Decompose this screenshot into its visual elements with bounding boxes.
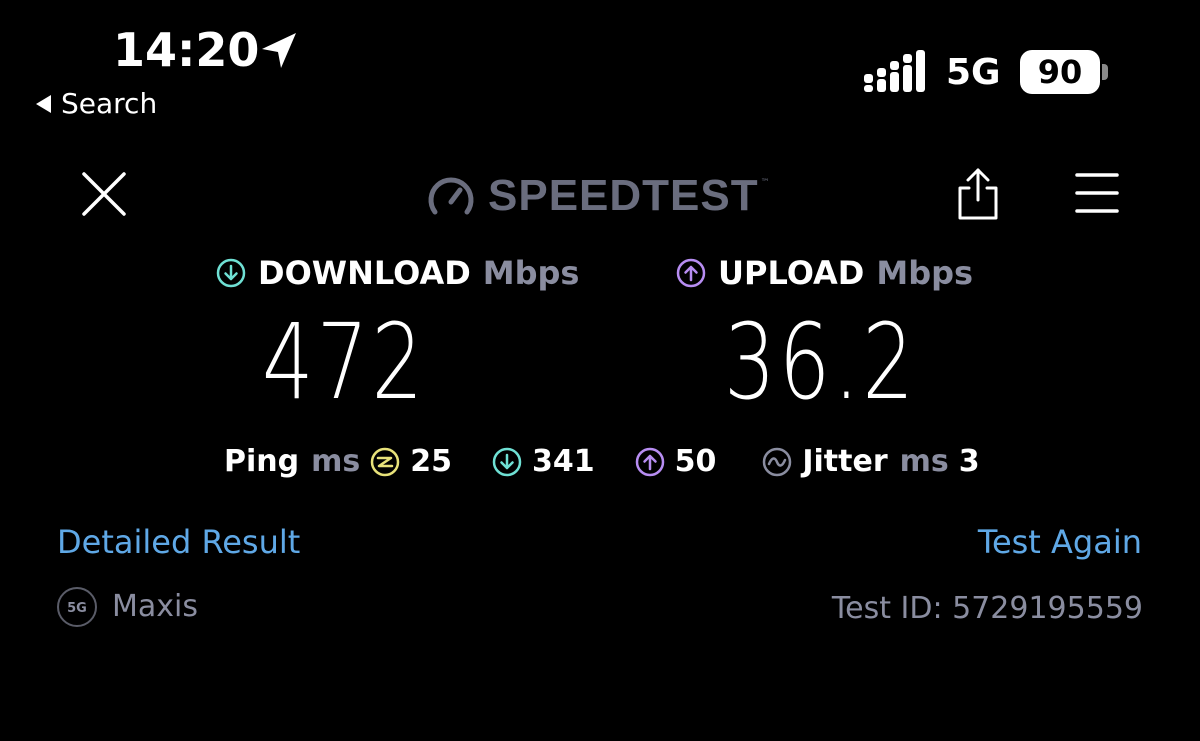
upload-ping-icon xyxy=(635,447,664,477)
idle-ping-icon xyxy=(370,447,400,477)
network-badge-icon: 5G xyxy=(57,587,97,627)
back-to-search[interactable]: Search xyxy=(36,86,157,122)
network-badge-text: 5G xyxy=(67,601,87,616)
test-id: Test ID: 5729195559 xyxy=(831,591,1143,626)
ping-label: Ping xyxy=(224,444,300,479)
logo-trademark: ™ xyxy=(760,178,770,188)
close-icon[interactable] xyxy=(78,168,130,220)
detailed-result-link[interactable]: Detailed Result xyxy=(57,522,300,562)
speedometer-icon xyxy=(428,177,474,215)
download-value: 472 xyxy=(262,301,427,423)
upload-value: 36.2 xyxy=(724,301,918,423)
upload-header: UPLOAD Mbps xyxy=(676,253,973,293)
ping-unit: ms xyxy=(311,444,361,479)
upload-arrow-icon xyxy=(676,258,706,288)
menu-icon[interactable] xyxy=(1074,170,1120,216)
jitter-icon xyxy=(763,447,792,477)
test-again-link[interactable]: Test Again xyxy=(978,522,1142,562)
back-label: Search xyxy=(61,87,158,120)
download-unit: Mbps xyxy=(482,254,580,292)
cellular-signal-icon xyxy=(864,50,925,92)
download-header: DOWNLOAD Mbps xyxy=(216,253,579,293)
location-arrow-icon xyxy=(262,33,296,68)
download-arrow-icon xyxy=(216,258,246,288)
battery-icon: 90 xyxy=(1020,50,1110,94)
ping-row: Ping ms 25 341 50 Jitter ms 3 xyxy=(224,442,980,482)
speedtest-logo: SPEEDTEST ™ xyxy=(426,170,770,222)
status-time: 14:20 xyxy=(113,23,260,77)
jitter-value: 3 xyxy=(958,444,980,479)
back-triangle-icon xyxy=(36,95,51,113)
ping-download-value: 341 xyxy=(531,444,595,479)
download-label: DOWNLOAD xyxy=(258,254,471,292)
ping-upload-value: 50 xyxy=(674,444,717,479)
upload-label: UPLOAD xyxy=(718,254,865,292)
network-type: 5G xyxy=(946,52,1001,93)
ping-idle-value: 25 xyxy=(410,444,452,479)
provider-info: 5G Maxis xyxy=(56,586,198,628)
battery-level: 90 xyxy=(1037,53,1083,91)
provider-name: Maxis xyxy=(112,589,198,624)
logo-text: SPEEDTEST xyxy=(488,171,759,220)
jitter-unit: ms xyxy=(899,444,949,479)
upload-unit: Mbps xyxy=(876,254,974,292)
download-ping-icon xyxy=(492,447,522,477)
jitter-label: Jitter xyxy=(802,444,888,479)
share-icon[interactable] xyxy=(952,166,1004,222)
